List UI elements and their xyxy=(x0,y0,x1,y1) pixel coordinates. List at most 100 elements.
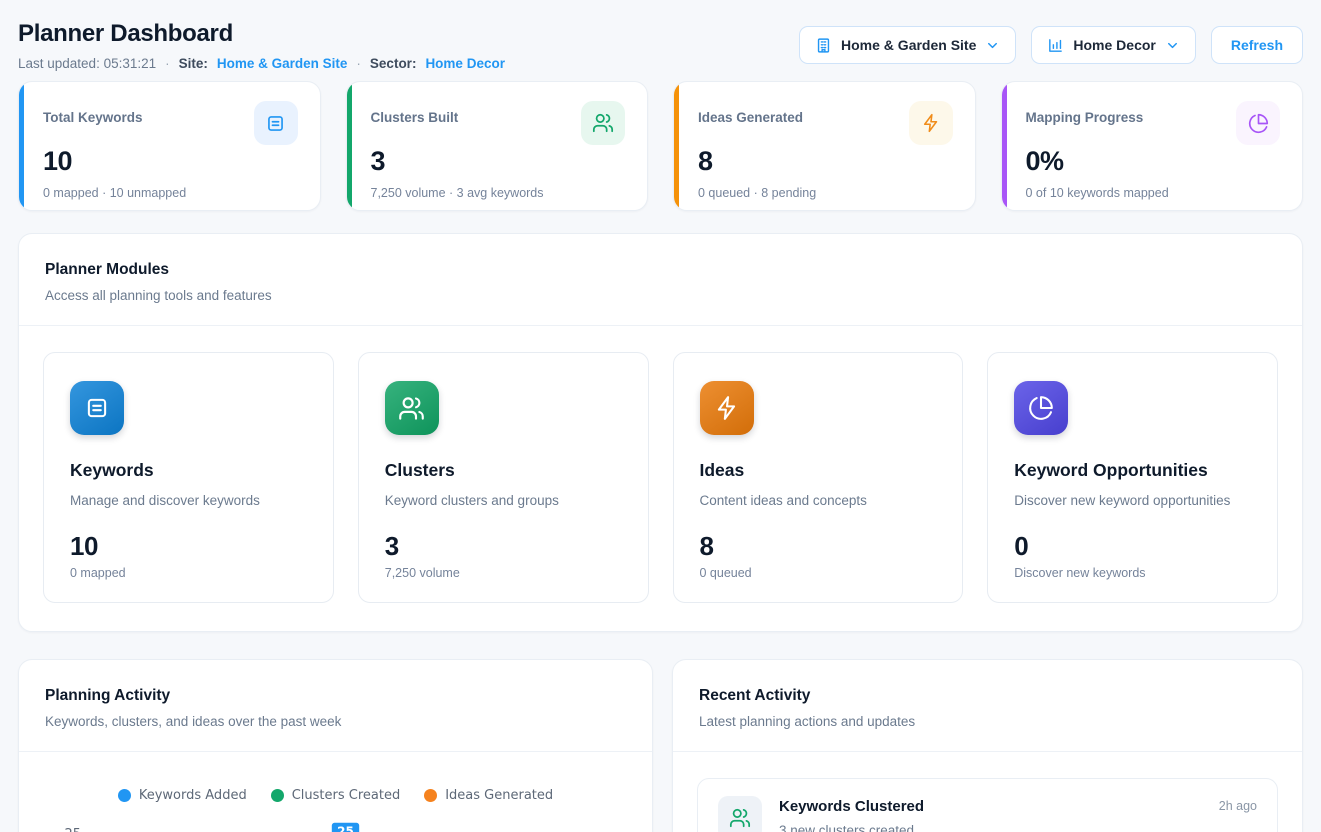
last-updated-text: Last updated: 05:31:21 xyxy=(18,56,156,71)
document-icon xyxy=(254,101,298,145)
building-icon xyxy=(815,37,832,54)
recent-item-time: 2h ago xyxy=(1219,796,1257,813)
activity-chart: Keywords Added Clusters Created Ideas Ge… xyxy=(19,788,652,832)
users-icon xyxy=(385,381,439,435)
sector-selector-label: Home Decor xyxy=(1073,37,1155,53)
planner-modules-panel: Planner Modules Access all planning tool… xyxy=(18,233,1303,632)
site-selector-label: Home & Garden Site xyxy=(841,37,976,53)
stat-value: 10 xyxy=(43,146,298,177)
legend-dot xyxy=(118,789,131,802)
stat-label: Total Keywords xyxy=(43,101,143,125)
module-value: 8 xyxy=(700,531,937,562)
legend-item-keywords-added[interactable]: Keywords Added xyxy=(118,788,247,803)
modules-grid: Keywords Manage and discover keywords 10… xyxy=(19,326,1302,631)
stat-card-mapping-progress: Mapping Progress 0% 0 of 10 keywords map… xyxy=(1001,81,1304,211)
recent-activity-item[interactable]: Keywords Clustered 3 new clusters create… xyxy=(697,778,1278,832)
sector-link[interactable]: Home Decor xyxy=(425,56,505,71)
legend-dot xyxy=(424,789,437,802)
stat-subtext: 0 queued · 8 pending xyxy=(698,186,953,200)
modules-panel-title: Planner Modules xyxy=(45,261,1276,279)
site-link[interactable]: Home & Garden Site xyxy=(217,56,348,71)
meta-separator: · xyxy=(165,56,170,71)
bar-chart-icon xyxy=(1047,37,1064,54)
planning-activity-subtitle: Keywords, clusters, and ideas over the p… xyxy=(45,714,626,729)
planning-activity-panel: Planning Activity Keywords, clusters, an… xyxy=(18,659,653,832)
module-description: Discover new keyword opportunities xyxy=(1014,493,1251,508)
svg-text:25: 25 xyxy=(337,825,354,832)
planner-dashboard-page: Planner Dashboard Last updated: 05:31:21… xyxy=(0,0,1321,832)
stats-row: Total Keywords 10 0 mapped · 10 unmapped… xyxy=(18,81,1303,211)
module-description: Keyword clusters and groups xyxy=(385,493,622,508)
chevron-down-icon xyxy=(985,38,1000,53)
page-header: Planner Dashboard Last updated: 05:31:21… xyxy=(18,20,1303,71)
module-description: Manage and discover keywords xyxy=(70,493,307,508)
chart-legend: Keywords Added Clusters Created Ideas Ge… xyxy=(39,788,632,803)
module-description: Content ideas and concepts xyxy=(700,493,937,508)
pie-chart-icon xyxy=(1014,381,1068,435)
stat-card-total-keywords: Total Keywords 10 0 mapped · 10 unmapped xyxy=(18,81,321,211)
recent-activity-panel: Recent Activity Latest planning actions … xyxy=(672,659,1303,832)
stat-label: Mapping Progress xyxy=(1026,101,1144,125)
divider xyxy=(19,751,652,752)
module-value: 3 xyxy=(385,531,622,562)
site-selector-dropdown[interactable]: Home & Garden Site xyxy=(799,26,1016,64)
document-icon xyxy=(70,381,124,435)
module-value: 10 xyxy=(70,531,307,562)
header-meta: Last updated: 05:31:21 · Site: Home & Ga… xyxy=(18,56,505,71)
lightning-icon xyxy=(909,101,953,145)
modules-panel-subtitle: Access all planning tools and features xyxy=(45,288,1276,303)
legend-item-clusters-created[interactable]: Clusters Created xyxy=(271,788,401,803)
module-subtext: 0 mapped xyxy=(70,566,307,580)
stat-label: Ideas Generated xyxy=(698,101,803,125)
header-controls: Home & Garden Site Home Decor Refresh xyxy=(799,26,1303,64)
stat-subtext: 7,250 volume · 3 avg keywords xyxy=(371,186,626,200)
module-card-keyword-opportunities[interactable]: Keyword Opportunities Discover new keywo… xyxy=(987,352,1278,603)
pie-chart-icon xyxy=(1236,101,1280,145)
recent-item-title: Keywords Clustered xyxy=(779,798,1202,815)
stat-accent-bar xyxy=(19,82,24,210)
module-card-clusters[interactable]: Clusters Keyword clusters and groups 3 7… xyxy=(358,352,649,603)
data-label-25: 25 xyxy=(331,822,360,832)
bottom-row: Planning Activity Keywords, clusters, an… xyxy=(18,659,1303,832)
recent-item-description: 3 new clusters created xyxy=(779,823,1202,832)
lightning-icon xyxy=(700,381,754,435)
stat-accent-bar xyxy=(347,82,352,210)
recent-activity-list: Keywords Clustered 3 new clusters create… xyxy=(673,752,1302,832)
module-card-keywords[interactable]: Keywords Manage and discover keywords 10… xyxy=(43,352,334,603)
module-subtext: 0 queued xyxy=(700,566,937,580)
page-title: Planner Dashboard xyxy=(18,20,505,48)
recent-activity-subtitle: Latest planning actions and updates xyxy=(699,714,1276,729)
legend-label: Clusters Created xyxy=(292,788,401,803)
module-title: Ideas xyxy=(700,460,937,481)
stat-subtext: 0 mapped · 10 unmapped xyxy=(43,186,298,200)
stat-value: 3 xyxy=(371,146,626,177)
module-subtext: Discover new keywords xyxy=(1014,566,1251,580)
stat-value: 0% xyxy=(1026,146,1281,177)
sector-label: Sector: xyxy=(370,56,417,71)
meta-separator: · xyxy=(356,56,361,71)
module-card-ideas[interactable]: Ideas Content ideas and concepts 8 0 que… xyxy=(673,352,964,603)
module-subtext: 7,250 volume xyxy=(385,566,622,580)
y-axis-tick-25: 25 xyxy=(64,827,81,832)
chevron-down-icon xyxy=(1165,38,1180,53)
stat-accent-bar xyxy=(674,82,679,210)
stat-subtext: 0 of 10 keywords mapped xyxy=(1026,186,1281,200)
stat-card-clusters-built: Clusters Built 3 7,250 volume · 3 avg ke… xyxy=(346,81,649,211)
stat-accent-bar xyxy=(1002,82,1007,210)
planning-activity-title: Planning Activity xyxy=(45,687,626,705)
sector-selector-dropdown[interactable]: Home Decor xyxy=(1031,26,1195,64)
users-icon xyxy=(581,101,625,145)
legend-label: Keywords Added xyxy=(139,788,247,803)
header-left: Planner Dashboard Last updated: 05:31:21… xyxy=(18,20,505,71)
module-title: Keyword Opportunities xyxy=(1014,460,1251,481)
legend-dot xyxy=(271,789,284,802)
refresh-button[interactable]: Refresh xyxy=(1211,26,1303,64)
module-value: 0 xyxy=(1014,531,1251,562)
module-title: Clusters xyxy=(385,460,622,481)
users-icon xyxy=(718,796,762,832)
legend-item-ideas-generated[interactable]: Ideas Generated xyxy=(424,788,553,803)
module-title: Keywords xyxy=(70,460,307,481)
recent-activity-title: Recent Activity xyxy=(699,687,1276,705)
area-chart-canvas: 25 25 24 xyxy=(39,816,634,832)
stat-label: Clusters Built xyxy=(371,101,459,125)
